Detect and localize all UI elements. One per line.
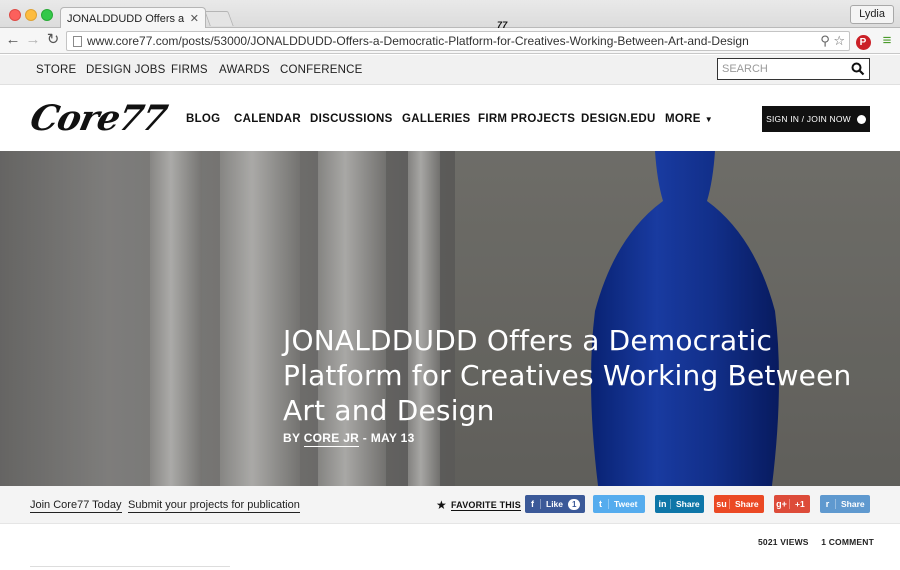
back-arrow-icon[interactable]: ← [4,31,22,49]
favorite-this-button[interactable]: ★ FAVORITE THIS [436,498,521,512]
bookmark-star-icon[interactable]: ☆ [833,33,845,48]
favorite-label: FAVORITE THIS [450,500,521,511]
search-icon[interactable] [851,62,865,76]
facebook-like-label: Like [546,499,564,509]
browser-tab-bar: 77 JONALDDUDD Offers a De ✕ Lydia [0,0,900,30]
browser-tab[interactable]: 77 JONALDDUDD Offers a De ✕ [60,7,507,30]
join-core77-link[interactable]: Join Core77 Today [30,499,122,513]
linkedin-share-label: Share [676,499,700,509]
new-tab-button[interactable] [204,11,234,26]
twitter-tweet-label: Tweet [614,499,638,509]
googleplus-button[interactable]: g+ +1 [774,495,810,513]
article-title: JONALDDUDD Offers a Democratic Platform … [283,324,852,427]
reload-icon[interactable]: ↻ [44,31,62,49]
nav-design-edu[interactable]: DESIGN.EDU [581,113,656,125]
nav-more-label: MORE [665,113,701,125]
nav-firm-projects[interactable]: FIRM PROJECTS [478,113,575,125]
byline-separator: - [362,431,368,445]
nav-discussions[interactable]: DISCUSSIONS [310,113,393,125]
url-text: www.core77.com/posts/53000/JONALDDUDD-Of… [87,34,749,48]
linkedin-share-button[interactable]: in Share [655,495,704,513]
pinterest-extension-icon[interactable]: P [854,32,872,50]
author-link[interactable]: CORE JR [303,431,360,447]
article-date: MAY 13 [370,431,415,445]
byline-prefix: BY [283,431,301,445]
sign-in-label: SIGN IN / JOIN NOW [766,114,851,124]
googleplus-icon: g+ [774,499,790,509]
sign-in-button[interactable]: SIGN IN / JOIN NOW [762,106,870,132]
maximize-window-button[interactable] [41,9,53,21]
utility-nav: STORE DESIGN JOBS FIRMS AWARDS CONFERENC… [0,55,900,85]
divider [30,566,230,567]
nav-galleries[interactable]: GALLERIES [402,113,471,125]
view-count: 5021 VIEWS [758,537,809,547]
account-icon [856,114,866,124]
twitter-tweet-button[interactable]: t Tweet [593,495,645,513]
caret-down-icon: ▼ [704,115,713,124]
browser-menu-icon[interactable]: ≡ [878,32,896,50]
nav-more[interactable]: MORE ▼ [665,113,713,125]
facebook-like-button[interactable]: f Like 1 [525,495,585,513]
share-bar: Join Core77 Today Submit your projects f… [0,486,900,524]
reddit-icon: r [820,499,836,509]
stumbleupon-share-label: Share [735,499,759,509]
twitter-icon: t [593,499,609,509]
article-byline: BY CORE JR - MAY 13 [283,431,415,447]
util-link-conference[interactable]: CONFERENCE [280,64,363,76]
forward-arrow-icon[interactable]: → [24,31,42,49]
util-link-store[interactable]: STORE [36,64,76,76]
hero-overlay [0,151,900,486]
search-box [717,58,870,80]
reddit-share-button[interactable]: r Share [820,495,870,513]
search-input[interactable] [722,61,848,77]
nav-blog[interactable]: BLOG [186,113,220,125]
address-bar[interactable]: www.core77.com/posts/53000/JONALDDUDD-Of… [66,31,850,51]
util-link-design-jobs[interactable]: DESIGN JOBS [86,64,166,76]
submit-projects-link[interactable]: Submit your projects for publication [128,499,300,513]
nav-calendar[interactable]: CALENDAR [234,113,301,125]
minimize-window-button[interactable] [25,9,37,21]
article-stats: 5021 VIEWS 1 COMMENT [758,537,874,547]
facebook-like-count: 1 [568,498,581,510]
page-info-icon[interactable] [73,36,82,47]
hero-image: JONALDDUDD Offers a Democratic Platform … [0,151,900,486]
close-window-button[interactable] [9,9,21,21]
zoom-icon[interactable]: ⚲ [820,33,830,48]
util-link-awards[interactable]: AWARDS [219,64,270,76]
reddit-share-label: Share [841,499,865,509]
profile-button[interactable]: Lydia [850,5,894,24]
stumbleupon-share-button[interactable]: su Share [714,495,764,513]
googleplus-label: +1 [795,499,805,509]
star-icon: ★ [436,498,447,512]
linkedin-icon: in [655,499,671,509]
close-tab-icon[interactable]: ✕ [190,12,199,25]
util-link-firms[interactable]: FIRMS [171,64,208,76]
core77-logo[interactable]: Core77 [27,98,170,139]
comment-count-link[interactable]: 1 COMMENT [821,537,874,547]
facebook-icon: f [525,499,541,509]
stumbleupon-icon: su [714,499,730,509]
browser-toolbar: ← → ↻ www.core77.com/posts/53000/JONALDD… [0,28,900,54]
tab-title: JONALDDUDD Offers a De [67,12,186,25]
